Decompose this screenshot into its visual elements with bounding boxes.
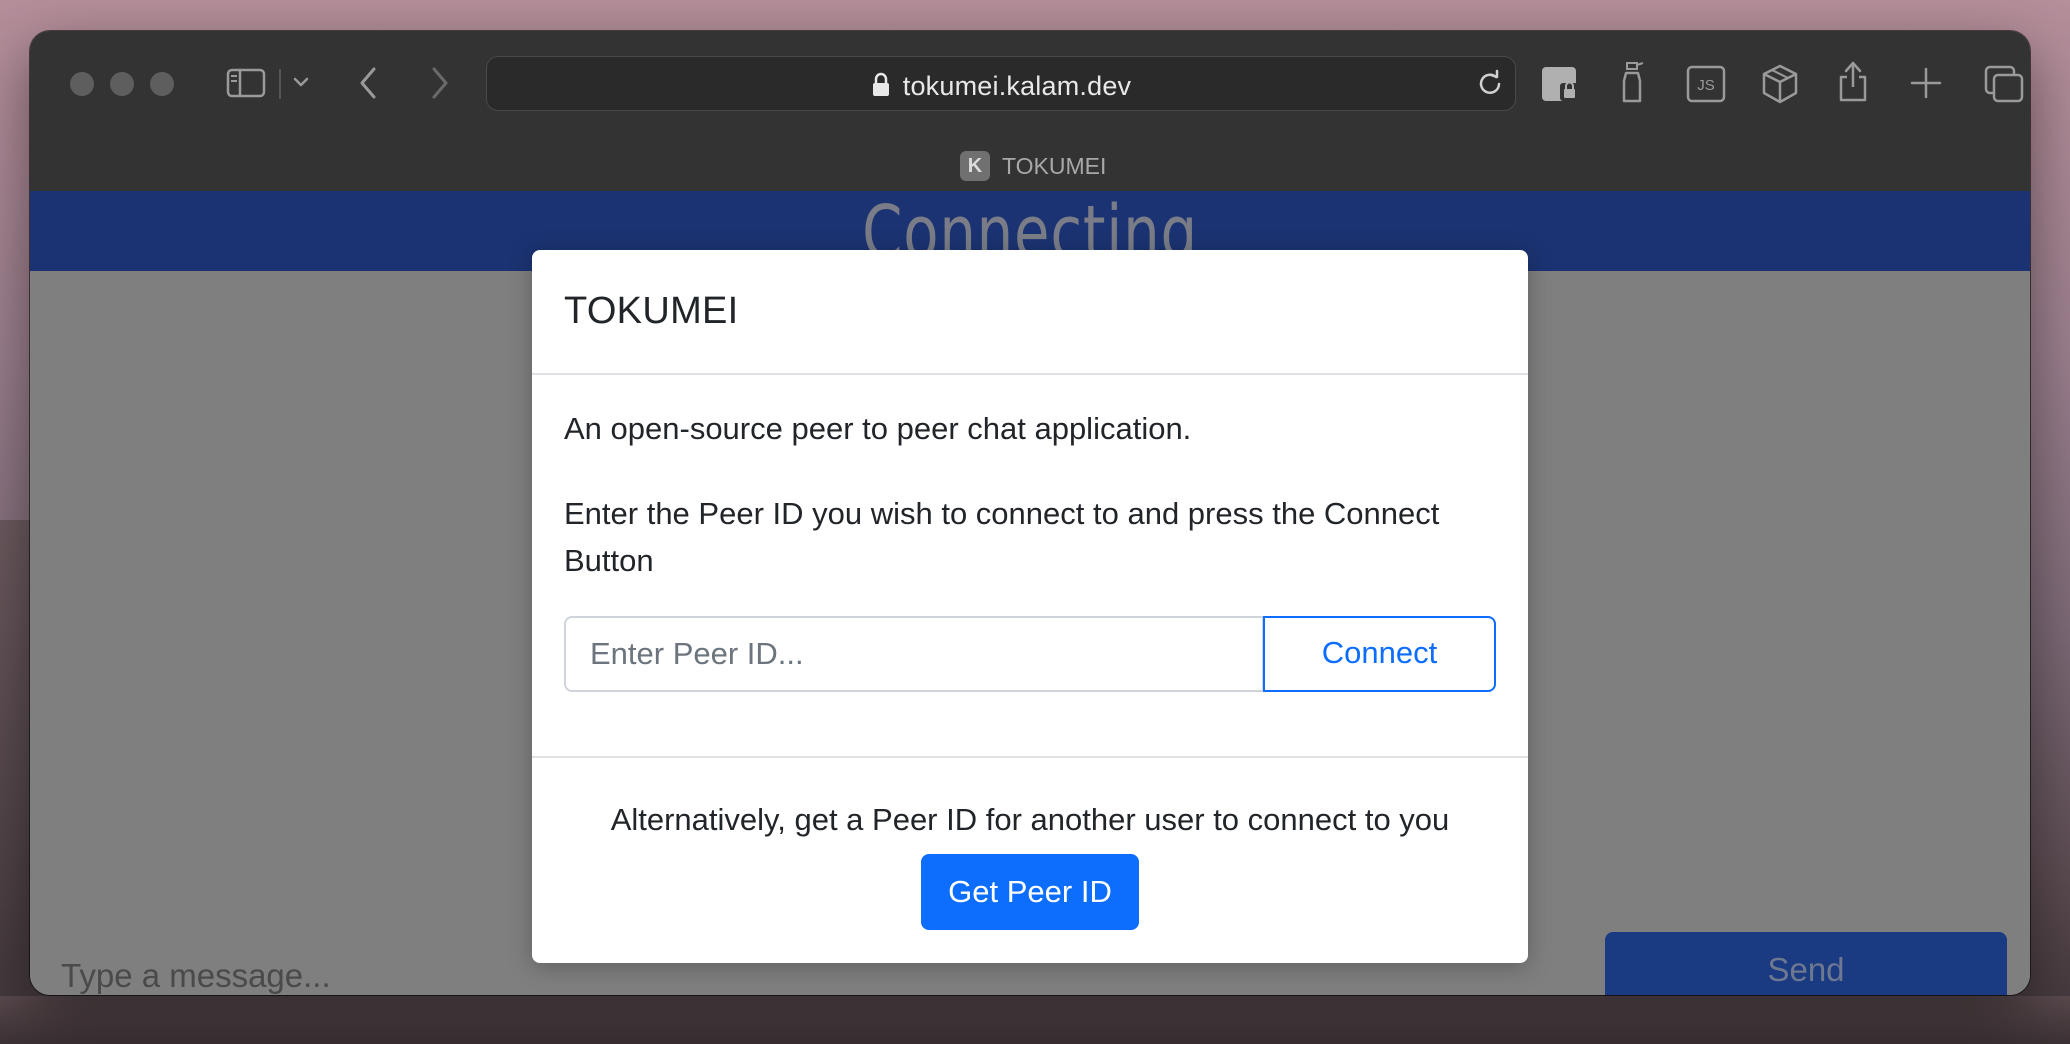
connect-instruction: Enter the Peer ID you wish to connect to… xyxy=(564,496,1440,578)
chevron-down-icon[interactable] xyxy=(292,75,310,89)
peer-input-group: Connect xyxy=(564,616,1496,692)
address-bar[interactable]: tokumei.kalam.dev xyxy=(486,56,1516,111)
address-url: tokumei.kalam.dev xyxy=(902,71,1132,101)
connect-modal: TOKUMEI An open-source peer to peer chat… xyxy=(532,250,1528,963)
modal-header: TOKUMEI xyxy=(532,250,1528,375)
share-icon[interactable] xyxy=(1837,59,1869,103)
shield-extension-icon[interactable] xyxy=(1540,63,1582,105)
peer-id-input[interactable] xyxy=(564,616,1264,692)
sidebar-icon[interactable] xyxy=(226,67,266,99)
svg-text:JS: JS xyxy=(1697,77,1715,94)
app-description: An open-source peer to peer chat applica… xyxy=(564,411,1192,446)
reload-icon[interactable] xyxy=(1475,69,1505,104)
close-window-button[interactable] xyxy=(70,72,94,96)
new-tab-icon[interactable] xyxy=(1910,67,1942,99)
forward-icon[interactable] xyxy=(428,65,452,101)
active-tab[interactable]: K TOKUMEI xyxy=(960,149,1106,183)
js-extension-icon[interactable]: JS xyxy=(1686,65,1726,103)
spray-bottle-icon[interactable] xyxy=(1618,59,1648,105)
separator xyxy=(278,69,282,99)
back-icon[interactable] xyxy=(356,65,380,101)
cube-icon[interactable] xyxy=(1760,63,1800,105)
get-peer-id-button[interactable]: Get Peer ID xyxy=(921,854,1139,930)
alternative-text: Alternatively, get a Peer ID for another… xyxy=(610,802,1450,837)
modal-footer: Alternatively, get a Peer ID for another… xyxy=(532,756,1528,963)
modal-title: TOKUMEI xyxy=(564,290,739,332)
favicon: K xyxy=(960,151,990,181)
lock-icon xyxy=(871,72,891,105)
browser-toolbar: tokumei.kalam.dev JS K TOKUMEI xyxy=(30,31,2030,191)
desktop-wallpaper-bottom xyxy=(0,996,2070,1044)
connect-button[interactable]: Connect xyxy=(1263,616,1496,692)
tab-title: TOKUMEI xyxy=(1002,152,1107,179)
zoom-window-button[interactable] xyxy=(150,72,174,96)
tabs-overview-icon[interactable] xyxy=(1984,65,2024,103)
send-button[interactable]: Send xyxy=(1605,932,2007,995)
minimize-window-button[interactable] xyxy=(110,72,134,96)
